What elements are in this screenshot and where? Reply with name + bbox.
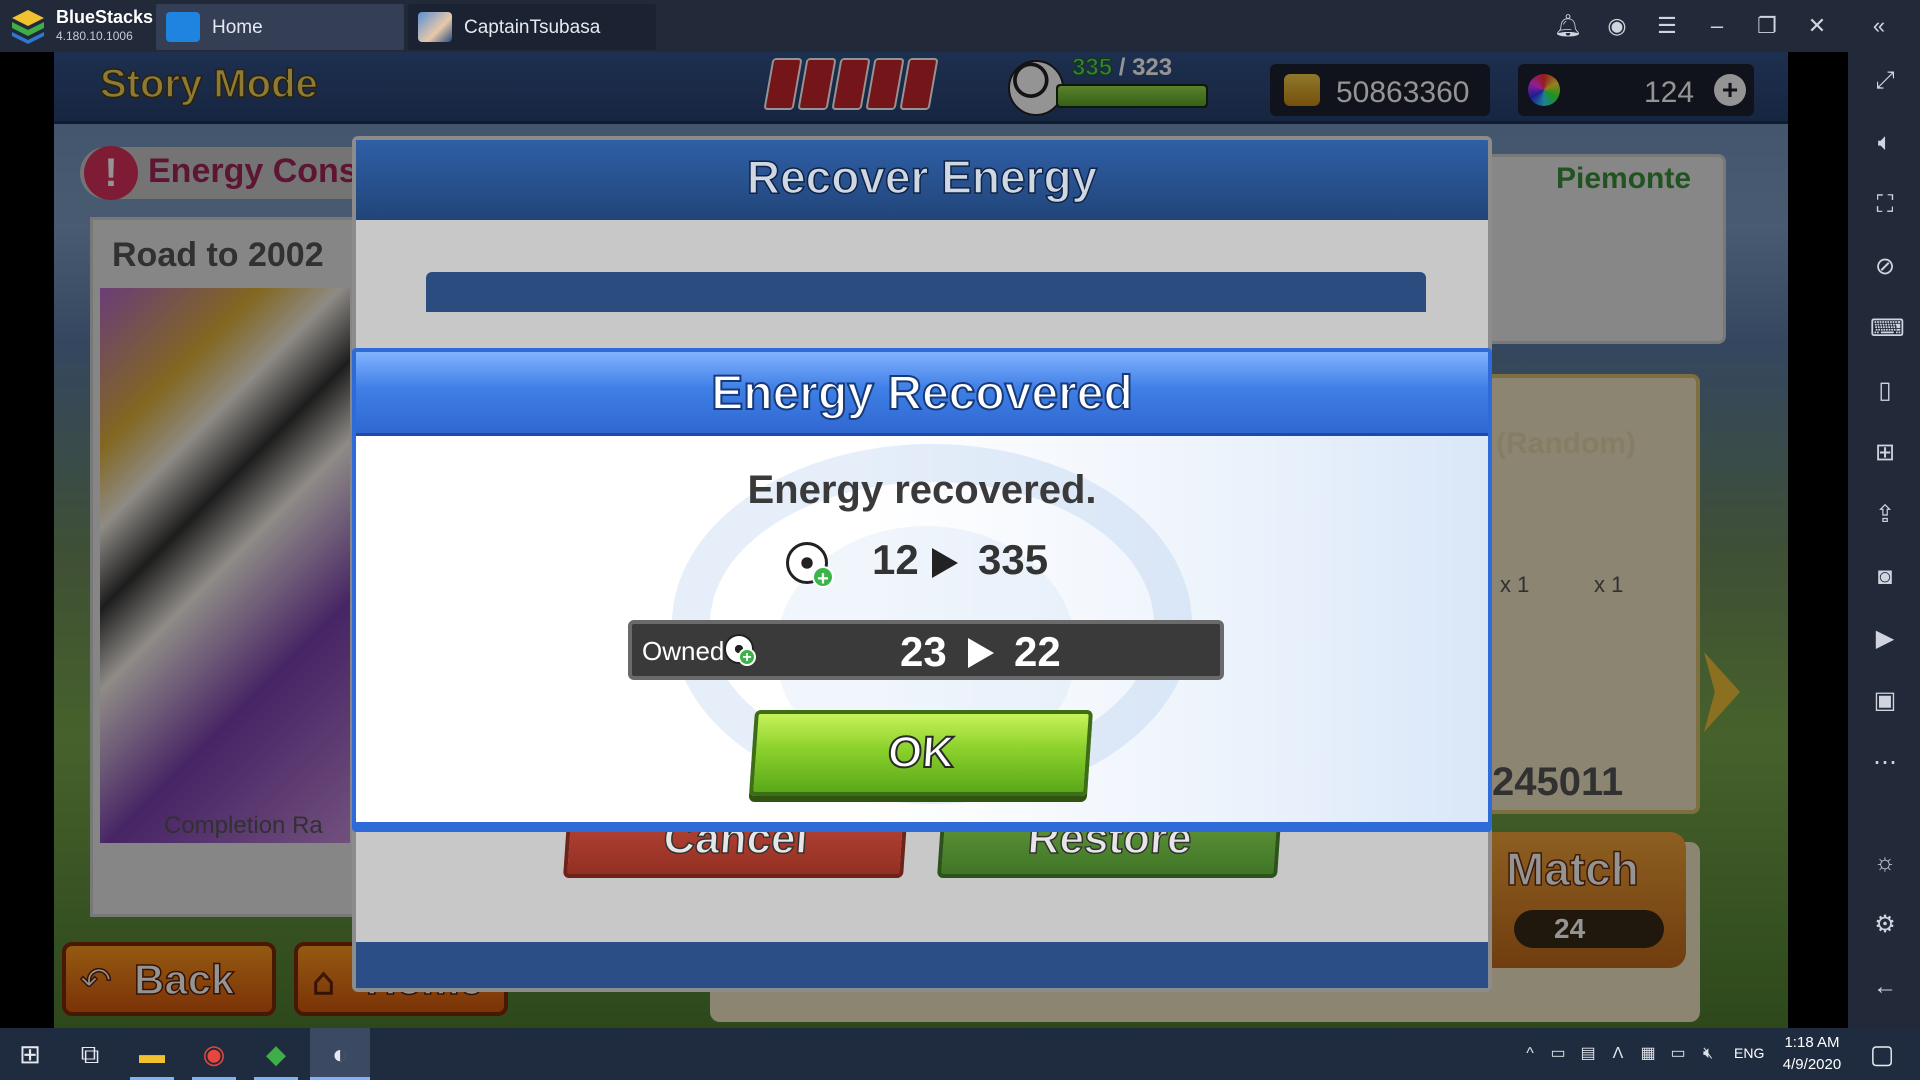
bluestacks-sidebar: ⤢ 🔈︎ ⛶ ⊘ ⌨ ▯ ⊞ ⇪ ◙ ▶ ▣ ⋯ ☼ ⚙ ←	[1848, 52, 1920, 1028]
windows-taskbar: ⊞ ⧉ ▬ ◉ ◆ ◐ ^ ▭ ▤ Λ ▦ ▭ 🔇︎ ENG 1:18 AM 4…	[0, 1028, 1920, 1080]
energy-after: 335	[978, 536, 1049, 583]
bluestacks-titlebar: BlueStacks 4.180.10.1006 Home CaptainTsu…	[0, 0, 1920, 52]
ok-button[interactable]: OK	[748, 710, 1094, 796]
owned-label: Owned	[642, 636, 725, 666]
ok-button-label: OK	[885, 727, 956, 778]
tab-captaintsubasa-label: CaptainTsubasa	[464, 17, 601, 38]
owned-after: 22	[1014, 628, 1061, 675]
energy-recovered-message: Energy recovered.	[747, 468, 1097, 512]
app-name: BlueStacks	[56, 7, 154, 27]
more-icon[interactable]: ⋯	[1870, 748, 1900, 778]
owned-items-bar: Owned + 23 22	[628, 620, 1224, 680]
chrome-icon[interactable]: ◉	[196, 1036, 232, 1072]
tray-app-icon[interactable]: Λ	[1608, 1044, 1628, 1064]
plus-icon: +	[812, 566, 834, 590]
energy-recovered-header: Energy Recovered	[356, 352, 1488, 436]
gamepad-icon[interactable]: ⊞	[1870, 438, 1900, 468]
media-folder-icon[interactable]: ▣	[1870, 686, 1900, 716]
clock-time[interactable]: 1:18 AM	[1782, 1034, 1842, 1051]
volume-icon[interactable]: 🔈︎	[1870, 128, 1900, 158]
energy-before: 12	[872, 536, 919, 583]
tray-app-icon[interactable]: ▤	[1578, 1044, 1598, 1064]
camera-icon[interactable]: ◙	[1870, 562, 1900, 592]
app-version: 4.180.10.1006	[56, 29, 133, 43]
tab-home[interactable]: Home	[156, 4, 404, 50]
tab-home-label: Home	[212, 17, 263, 38]
tray-app-icon[interactable]: ▭	[1548, 1044, 1568, 1064]
tray-overflow-icon[interactable]: ^	[1520, 1044, 1540, 1064]
bell-icon[interactable]: 🔔︎	[1554, 13, 1582, 39]
right-arrow-icon	[932, 548, 958, 578]
tab-captaintsubasa[interactable]: CaptainTsubasa	[408, 4, 656, 50]
right-arrow-icon	[968, 638, 994, 668]
back-icon[interactable]: ←	[1870, 972, 1900, 1002]
bluestacks-logo-icon	[10, 8, 46, 44]
light-icon[interactable]: ☼	[1870, 848, 1900, 878]
input-language[interactable]: ENG	[1734, 1045, 1764, 1061]
energy-recovered-modal: Energy Recovered Energy recovered. + 12 …	[352, 348, 1492, 832]
recover-energy-footer	[356, 942, 1488, 988]
tray-app-icon[interactable]: ▦	[1638, 1044, 1658, 1064]
record-icon[interactable]: ▶	[1870, 624, 1900, 654]
energy-recovered-body: Energy recovered. + 12 335 Owned + 23 22…	[356, 436, 1488, 828]
energy-recovered-footer	[356, 822, 1488, 828]
eye-off-icon[interactable]: ⊘	[1870, 252, 1900, 282]
phone-rotate-icon[interactable]: ▯	[1870, 376, 1900, 406]
recover-energy-title: Recover Energy	[746, 150, 1098, 204]
file-explorer-icon[interactable]: ▬	[134, 1036, 170, 1072]
game-viewport[interactable]: Story Mode 335 / 323 50863360 124 + ! En…	[0, 52, 1848, 1028]
volume-muted-icon[interactable]: 🔇︎	[1698, 1044, 1718, 1064]
install-apk-icon[interactable]: ⇪	[1870, 500, 1900, 530]
plus-icon: +	[738, 648, 756, 666]
menu-icon[interactable]: ☰	[1654, 13, 1680, 39]
energy-change-row: + 12 335	[786, 536, 1106, 592]
bluestacks-taskbar-icon[interactable]: ◆	[258, 1036, 294, 1072]
collapse-sidebar-icon[interactable]: «	[1866, 13, 1892, 39]
account-icon[interactable]: ◉	[1604, 13, 1630, 39]
recover-energy-tabbar	[426, 272, 1426, 312]
energy-recovered-title: Energy Recovered	[710, 366, 1134, 421]
owned-before: 23	[900, 628, 947, 675]
screenshot-region-icon[interactable]: ⛶	[1870, 190, 1900, 220]
network-icon[interactable]: ▭	[1668, 1044, 1688, 1064]
home-icon	[166, 12, 200, 42]
fullscreen-icon[interactable]: ⤢	[1870, 66, 1900, 96]
captaintsubasa-app-icon	[418, 12, 452, 42]
restore-icon[interactable]: ❐	[1754, 13, 1780, 39]
keyboard-icon[interactable]: ⌨	[1870, 314, 1905, 344]
notifications-icon[interactable]: ▢	[1864, 1036, 1900, 1072]
clock-date[interactable]: 4/9/2020	[1776, 1056, 1848, 1073]
windows-start-icon[interactable]: ⊞	[12, 1036, 48, 1072]
task-view-icon[interactable]: ⧉	[72, 1036, 108, 1072]
minimize-icon[interactable]: –	[1704, 13, 1730, 39]
settings-icon[interactable]: ⚙	[1870, 910, 1900, 940]
close-icon[interactable]: ✕	[1804, 13, 1830, 39]
game-taskbar-icon[interactable]: ◐	[322, 1036, 358, 1072]
